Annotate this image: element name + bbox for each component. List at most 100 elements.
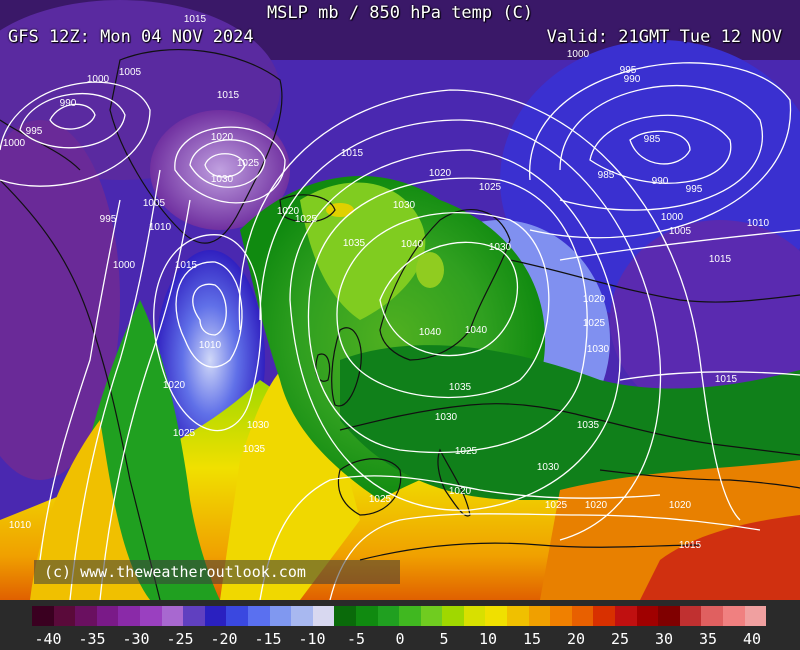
legend-color-swatch	[507, 606, 529, 626]
isobar-label: 1010	[9, 520, 32, 531]
isobar-label: 1020	[211, 132, 234, 143]
legend-color-swatch	[723, 606, 745, 626]
isobar-label: 985	[644, 134, 661, 145]
legend-color-swatch	[593, 606, 616, 626]
isobar-label: 1025	[237, 158, 260, 169]
legend-color-swatch	[269, 606, 292, 626]
isobar-label: 1030	[435, 412, 458, 423]
legend-color-swatch	[312, 606, 335, 626]
isobar-label: 1020	[449, 486, 472, 497]
isobar-label: 1020	[669, 500, 692, 511]
legend-color-swatch	[96, 606, 119, 626]
legend-color-swatch	[528, 606, 551, 626]
legend-tick-label: 15	[522, 630, 542, 648]
valid-time-label: Valid: 21GMT Tue 12 NOV	[546, 27, 782, 47]
legend-tick-label: 40	[742, 630, 762, 648]
legend-color-swatch	[701, 606, 723, 626]
isobar-label: 1000	[567, 49, 590, 60]
isobar-label: 1015	[217, 90, 240, 101]
isobar-label: 1025	[455, 446, 478, 457]
isobar-label: 1035	[343, 238, 366, 249]
isobar-label: 1020	[583, 294, 606, 305]
isobar-label: 1030	[393, 200, 416, 211]
legend-color-swatch	[420, 606, 443, 626]
legend-color-swatch	[550, 606, 572, 626]
legend-color-swatch	[204, 606, 227, 626]
legend-tick-label: -30	[122, 630, 150, 648]
isobar-label: 1025	[369, 494, 392, 505]
legend-tick-label: 10	[478, 630, 498, 648]
isobar-label: 990	[624, 74, 641, 85]
legend-tick-label: -20	[210, 630, 238, 648]
map-title: MSLP mb / 850 hPa temp (C)	[266, 3, 534, 23]
legend-color-swatch	[139, 606, 162, 626]
credit-watermark: (c) www.theweatheroutlook.com	[34, 560, 400, 584]
isobar-label: 995	[686, 184, 703, 195]
legend-tick-label: -5	[346, 630, 366, 648]
model-run-label: GFS 12Z: Mon 04 NOV 2024	[8, 27, 254, 47]
legend-tick-label: 25	[610, 630, 630, 648]
isobar-label: 985	[598, 170, 615, 181]
isobar-label: 1030	[247, 420, 270, 431]
isobar-label: 1015	[715, 374, 738, 385]
isobar-label: 995	[100, 214, 117, 225]
isobar-label: 990	[652, 176, 669, 187]
isobar-label: 1015	[175, 260, 198, 271]
isobar-label: 1010	[149, 222, 172, 233]
legend-tick-label: -15	[254, 630, 282, 648]
isobar-label: 1005	[143, 198, 166, 209]
legend-color-swatch	[744, 606, 767, 626]
isobar-label: 1035	[449, 382, 472, 393]
isobar-label: 990	[60, 98, 77, 109]
legend-tick-label: 0	[395, 630, 405, 648]
legend-color-swatch	[291, 606, 313, 626]
isobar-label: 1035	[577, 420, 600, 431]
legend-color-swatch	[571, 606, 594, 626]
isobar-label: 1015	[341, 148, 364, 159]
isobar-label: 1020	[585, 500, 608, 511]
isobar-label: 995	[26, 126, 43, 137]
isobar-label: 1030	[211, 174, 234, 185]
isobar-label: 1025	[295, 214, 318, 225]
temperature-legend: -40 -35 -30 -25 -20 -15 -10 -5 0 5 10 15 20 25 30 35 40	[0, 600, 800, 650]
legend-color-swatch	[463, 606, 486, 626]
finland-yellow-spot	[416, 252, 444, 288]
legend-color-swatch	[334, 606, 356, 626]
legend-color-swatch	[32, 606, 54, 626]
isobar-label: 1000	[87, 74, 110, 85]
legend-color-swatch	[247, 606, 270, 626]
isobar-label: 1010	[199, 340, 222, 351]
isobar-label: 1035	[243, 444, 266, 455]
isobar-label: 1000	[3, 138, 26, 149]
isobar-label: 1030	[537, 462, 560, 473]
legend-color-swatch	[615, 606, 637, 626]
legend-tick-labels: -40 -35 -30 -25 -20 -15 -10 -5 0 5 10 15 20 25 30 35 40	[0, 628, 800, 650]
color-scale-bar	[32, 606, 767, 626]
legend-tick-label: 5	[439, 630, 449, 648]
legend-color-swatch	[161, 606, 184, 626]
legend-color-swatch	[75, 606, 97, 626]
isobar-label: 1030	[489, 242, 512, 253]
isobar-label: 1040	[419, 327, 442, 338]
legend-color-swatch	[679, 606, 702, 626]
isobar-label: 1020	[429, 168, 452, 179]
isobar-label: 1005	[119, 67, 142, 78]
isobar-label: 1040	[401, 239, 424, 250]
legend-color-swatch	[658, 606, 680, 626]
legend-tick-label: -25	[166, 630, 194, 648]
legend-tick-label: -35	[78, 630, 106, 648]
legend-color-swatch	[399, 606, 421, 626]
isobar-label: 1010	[747, 218, 770, 229]
legend-color-swatch	[377, 606, 400, 626]
isobar-label: 1025	[173, 428, 196, 439]
legend-tick-label: -40	[34, 630, 62, 648]
legend-tick-label: 35	[698, 630, 718, 648]
isobar-label: 1005	[669, 226, 692, 237]
isobar-label: 1015	[709, 254, 732, 265]
isobar-label: 1000	[113, 260, 136, 271]
legend-color-swatch	[485, 606, 508, 626]
legend-color-swatch	[183, 606, 205, 626]
legend-color-swatch	[226, 606, 248, 626]
isobar-label: 1025	[479, 182, 502, 193]
legend-color-swatch	[53, 606, 76, 626]
